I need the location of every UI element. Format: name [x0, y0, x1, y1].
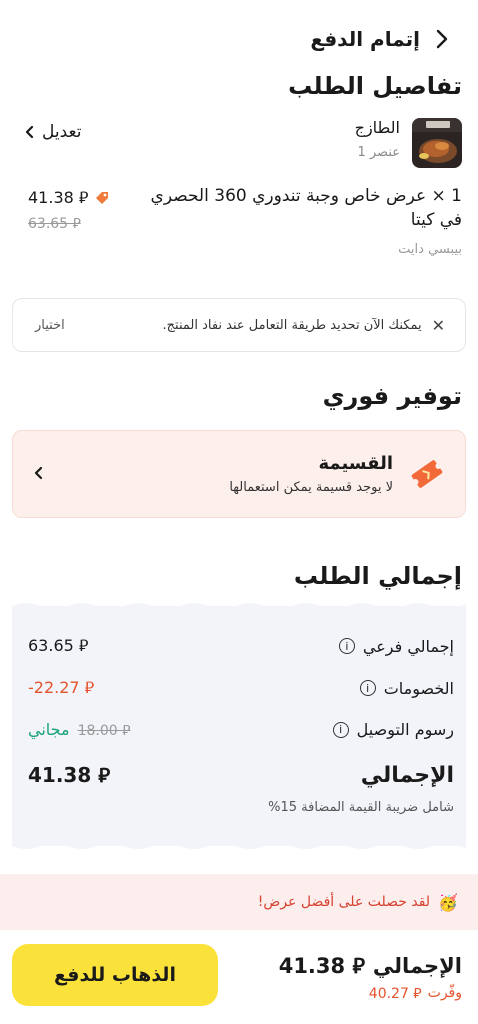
total-value: 41.38 ⃁	[28, 763, 111, 787]
coupon-ticket-icon	[407, 454, 447, 494]
item-option: بيبسي دايت	[398, 242, 462, 257]
best-offer-text: لقد حصلت على أفضل عرض!	[257, 894, 431, 910]
store-thumbnail	[412, 118, 462, 168]
discount-tag-icon	[94, 190, 110, 206]
discounts-value: -22.27 ⃁	[28, 678, 95, 697]
page-title: إتمام الدفع	[310, 27, 420, 51]
chevron-left-icon	[33, 465, 43, 484]
chevron-left-icon	[24, 125, 34, 139]
go-to-payment-button[interactable]: الذهاب للدفع	[12, 944, 218, 1006]
store-row: الطازج عنصر 1 تعديل	[16, 118, 462, 172]
item-old-price: 63.65 ⃁	[28, 216, 81, 232]
edit-order-link[interactable]: تعديل	[24, 122, 81, 142]
coupon-card[interactable]: القسيمة لا يوجد قسيمة يمكن استعمالها	[12, 430, 466, 518]
footer-saved-value: 40.27 ⃁	[368, 986, 422, 1002]
vat-note: شامل ضريبة القيمة المضافة 15%	[268, 800, 454, 815]
info-icon[interactable]: i	[359, 680, 376, 696]
total-row: الإجمالي 41.38 ⃁	[28, 762, 454, 788]
info-icon[interactable]: i	[332, 721, 349, 738]
scallop-top	[12, 603, 466, 612]
discounts-row: الخصومات i -22.27 ⃁	[28, 678, 454, 698]
cart-item: 1 × عرض خاص وجبة تندوري 360 الحصري في كي…	[16, 184, 462, 264]
coupon-title: القسيمة	[318, 453, 393, 474]
subtotal-value: 63.65 ⃁	[28, 636, 89, 655]
footer-savings: وفّرت 40.27 ⃁	[369, 984, 462, 1002]
footer-total-label: الإجمالي	[372, 953, 462, 978]
info-icon[interactable]: i	[338, 638, 355, 654]
notice-text: يمكنك الآن تحديد طريقة التعامل عند نفاد …	[162, 317, 422, 333]
scallop-bottom	[12, 840, 466, 849]
choose-button[interactable]: اختيار	[35, 318, 65, 333]
item-name: 1 × عرض خاص وجبة تندوري 360 الحصري في كي…	[150, 186, 462, 230]
party-face-icon: 🥳	[438, 892, 458, 912]
subtotal-row: إجمالي فرعي i 63.65 ⃁	[28, 636, 454, 656]
delivery-old-price: 18.00 ⃁	[77, 722, 131, 739]
footer-saved-label: وفّرت	[427, 985, 462, 1001]
footer-total-value: 41.38 ⃁	[278, 954, 365, 978]
delivery-free: مجاني	[28, 720, 70, 739]
subtotal-label: إجمالي فرعي	[362, 636, 454, 656]
instant-savings-title: توفير فوري	[322, 382, 462, 410]
delivery-label: رسوم التوصيل	[356, 720, 454, 739]
store-name: الطازج	[354, 118, 400, 137]
checkout-footer: الإجمالي 41.38 ⃁ وفّرت 40.27 ⃁ الذهاب لل…	[0, 930, 478, 1024]
delivery-row: رسوم التوصيل i مجاني 18.00 ⃁	[28, 720, 454, 739]
footer-total: الإجمالي 41.38 ⃁	[279, 952, 462, 979]
total-label: الإجمالي	[360, 762, 454, 788]
order-summary-panel: إجمالي فرعي i 63.65 ⃁ الخصومات i -22.27 ⃁ …	[12, 603, 466, 849]
item-price-value: 41.38 ⃁	[28, 188, 89, 207]
edit-label: تعديل	[42, 122, 82, 142]
order-summary-title: إجمالي الطلب	[293, 562, 462, 590]
order-details-title: تفاصيل الطلب	[288, 72, 462, 100]
best-offer-banner: 🥳 لقد حصلت على أفضل عرض!	[0, 874, 478, 930]
coupon-subtitle: لا يوجد قسيمة يمكن استعمالها	[229, 480, 393, 495]
out-of-stock-notice: ✕ يمكنك الآن تحديد طريقة التعامل عند نفا…	[12, 298, 466, 352]
top-bar: إتمام الدفع	[0, 22, 478, 56]
back-chevron-icon[interactable]	[430, 27, 454, 51]
item-count: عنصر 1	[357, 145, 400, 160]
close-icon[interactable]: ✕	[432, 316, 445, 335]
item-price: 41.38 ⃁	[28, 188, 110, 208]
discounts-label: الخصومات	[383, 678, 454, 698]
